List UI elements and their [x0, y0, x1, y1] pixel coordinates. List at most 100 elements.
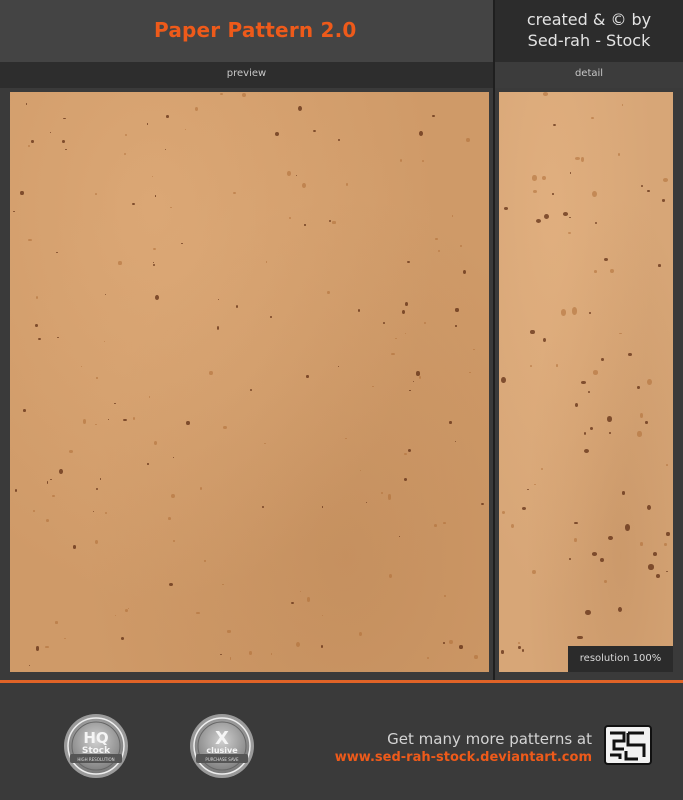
paper-fleck	[295, 641, 300, 647]
paper-fleck	[625, 524, 631, 531]
paper-fleck	[25, 102, 28, 105]
paper-fleck	[123, 418, 127, 422]
preview-label-bar: preview	[0, 62, 493, 88]
paper-fleck	[248, 651, 253, 655]
paper-fleck	[444, 595, 447, 598]
paper-fleck	[619, 332, 622, 335]
paper-fleck	[222, 583, 224, 585]
paper-fleck	[55, 621, 59, 624]
credit-text: created & © by Sed-rah - Stock	[495, 9, 683, 51]
paper-fleck	[607, 416, 613, 422]
paper-fleck	[96, 377, 98, 379]
paper-fleck	[639, 542, 644, 547]
paper-fleck	[460, 244, 462, 247]
paper-fleck	[569, 172, 572, 175]
paper-fleck	[603, 579, 607, 584]
paper-fleck	[360, 469, 362, 471]
paper-fleck	[62, 139, 65, 144]
paper-fleck	[64, 637, 66, 639]
paper-fleck	[381, 492, 384, 495]
paper-fleck	[500, 650, 505, 655]
paper-fleck	[542, 92, 548, 96]
paper-fleck	[96, 488, 99, 491]
paper-fleck	[99, 477, 102, 481]
credit-line-2: Sed-rah - Stock	[527, 31, 651, 50]
paper-fleck	[33, 510, 35, 513]
paper-fleck	[535, 218, 542, 224]
paper-fleck	[262, 505, 264, 508]
paper-fleck	[105, 511, 108, 514]
paper-fleck	[45, 646, 49, 649]
panel-divider	[493, 0, 495, 680]
paper-fleck	[204, 560, 206, 562]
paper-fleck	[92, 511, 94, 513]
paper-fleck	[327, 290, 330, 295]
paper-fleck	[154, 195, 157, 197]
paper-fleck	[382, 322, 386, 324]
paper-fleck	[571, 307, 578, 315]
paper-fleck	[46, 481, 49, 484]
paper-fleck	[583, 448, 589, 453]
paper-fleck	[321, 506, 323, 508]
paper-fleck	[345, 438, 347, 440]
paper-fleck	[622, 491, 626, 495]
paper-fleck	[20, 190, 24, 196]
paper-fleck	[35, 646, 40, 651]
paper-fleck	[518, 642, 521, 644]
paper-fleck	[587, 390, 590, 393]
paper-fleck	[118, 261, 122, 265]
paper-fleck	[581, 380, 587, 385]
paper-fleck	[647, 190, 650, 193]
promo-url-link[interactable]: www.sed-rah-stock.deviantart.com	[300, 750, 592, 765]
paper-fleck	[591, 190, 598, 198]
paper-fleck	[639, 413, 644, 419]
paper-fleck	[127, 607, 129, 609]
preview-label: preview	[226, 68, 267, 79]
paper-fleck	[28, 238, 32, 241]
paper-fleck	[399, 535, 401, 538]
paper-fleck	[149, 396, 151, 399]
paper-fleck	[665, 570, 669, 573]
paper-fleck	[542, 338, 546, 343]
paper-fleck	[306, 375, 309, 378]
x-badge-ribbon: PURCHASE SAVE	[205, 757, 239, 762]
paper-fleck	[154, 441, 158, 446]
paper-fleck	[358, 632, 362, 637]
paper-fleck	[166, 115, 169, 118]
paper-fleck	[196, 611, 201, 615]
paper-fleck	[543, 213, 549, 219]
paper-fleck	[173, 539, 176, 542]
paper-fleck	[232, 191, 236, 195]
paper-fleck	[608, 535, 613, 540]
paper-fleck	[171, 494, 176, 499]
paper-fleck	[124, 152, 127, 155]
paper-fleck	[404, 453, 408, 456]
paper-fleck	[617, 152, 621, 156]
paper-fleck	[114, 402, 116, 404]
paper-fleck	[103, 340, 105, 342]
paper-fleck	[416, 371, 420, 376]
paper-fleck	[124, 134, 128, 137]
paper-fleck	[132, 202, 135, 205]
paper-fleck	[147, 123, 149, 125]
hq-badge-ribbon: HIGH RESOLUTION	[77, 757, 114, 762]
paper-fleck	[275, 131, 280, 136]
paper-fleck	[104, 294, 106, 296]
paper-fleck	[387, 494, 392, 500]
exclusive-badge-icon: X clusive PURCHASE SAVE	[190, 714, 254, 778]
paper-fleck	[604, 257, 609, 261]
paper-fleck	[249, 388, 253, 392]
paper-fleck	[72, 545, 77, 549]
paper-fleck	[320, 645, 324, 648]
resolution-label: resolution 100%	[579, 653, 662, 664]
paper-fleck	[49, 478, 52, 481]
paper-fleck	[433, 524, 438, 528]
paper-fleck	[469, 371, 471, 373]
paper-fleck	[35, 295, 39, 299]
paper-fleck	[617, 606, 622, 612]
paper-fleck	[13, 210, 15, 212]
paper-fleck	[601, 357, 605, 362]
paper-fleck	[229, 657, 232, 660]
paper-fleck	[169, 583, 173, 587]
paper-fleck	[580, 157, 585, 162]
